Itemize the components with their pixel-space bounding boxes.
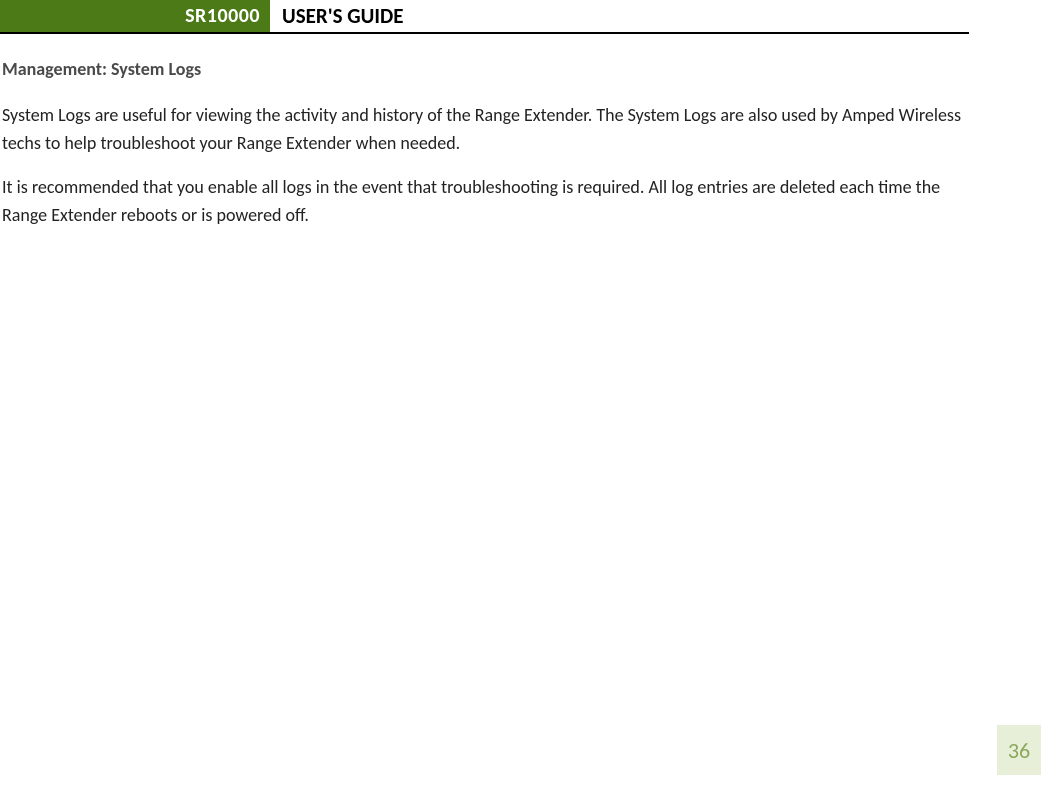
body-paragraph: It is recommended that you enable all lo… (2, 174, 969, 230)
body-paragraph: System Logs are useful for viewing the a… (2, 102, 969, 158)
section-heading: Management: System Logs (2, 58, 969, 80)
document-page: SR10000 USER'S GUIDE Management: System … (0, 0, 1041, 791)
page-number: 36 (1008, 737, 1030, 764)
header: SR10000 USER'S GUIDE (0, 0, 969, 34)
page-number-badge: 36 (997, 725, 1041, 775)
content-area: Management: System Logs System Logs are … (0, 34, 1041, 230)
product-model-text: SR10000 (185, 4, 260, 28)
document-title-text: USER'S GUIDE (282, 3, 403, 29)
document-title: USER'S GUIDE (272, 0, 969, 32)
product-model-badge: SR10000 (0, 0, 272, 32)
